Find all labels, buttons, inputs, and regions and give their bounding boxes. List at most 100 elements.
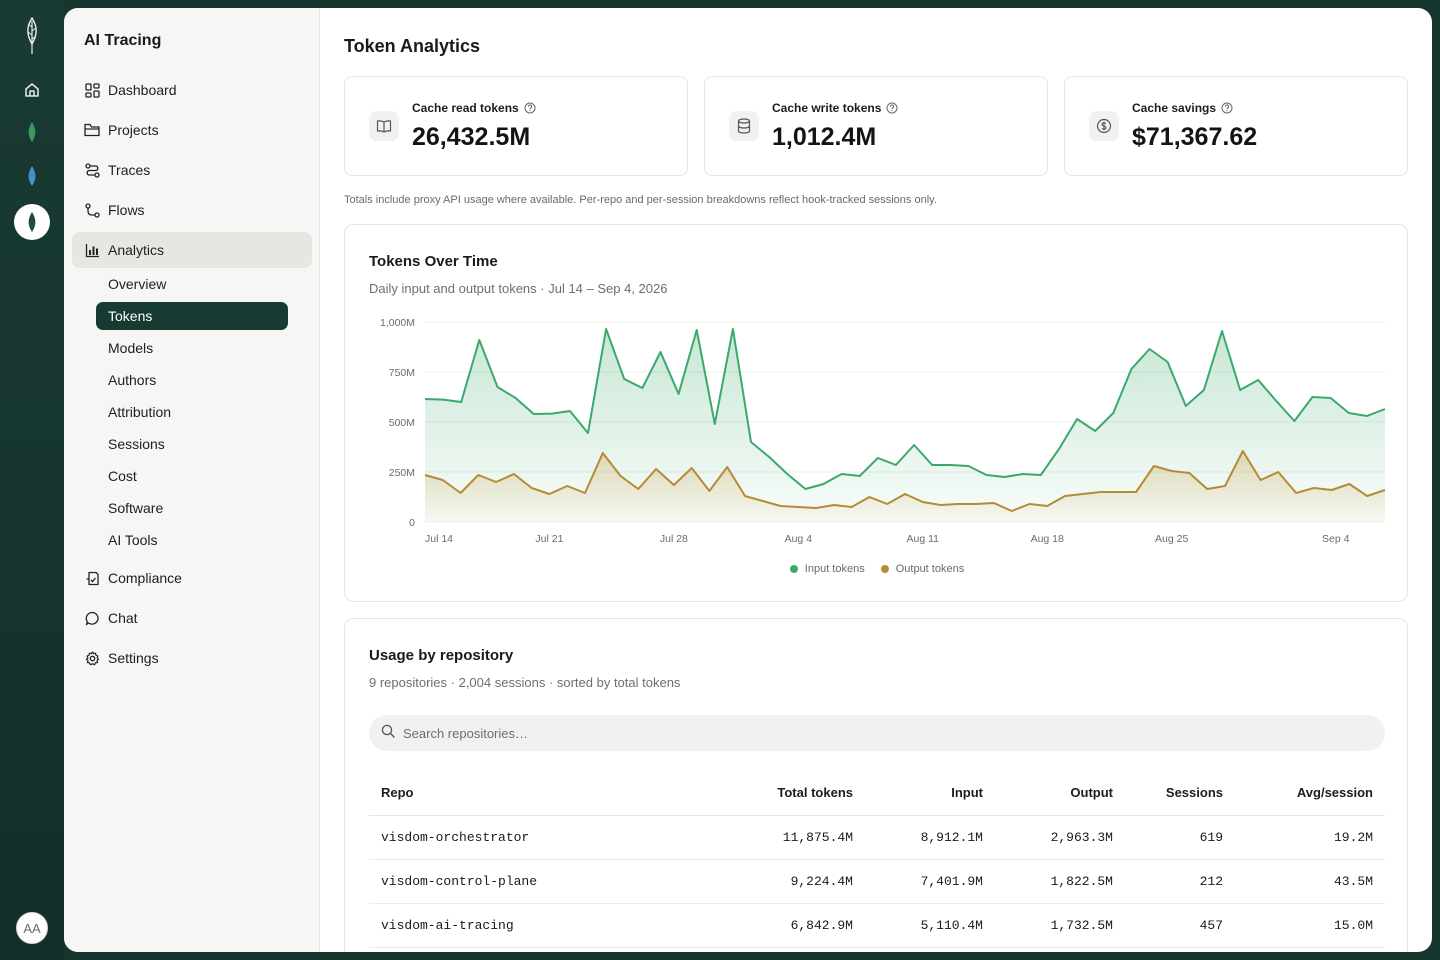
y-tick-label: 1,000M: [380, 317, 415, 329]
sidebar-sub-software[interactable]: Software: [96, 494, 288, 522]
app-window: AI Tracing Dashboard Projects Traces Flo…: [64, 8, 1432, 952]
app-title: AI Tracing: [84, 32, 162, 49]
sidebar-sub-attribution[interactable]: Attribution: [96, 398, 288, 426]
stat-value: 26,432.5M: [412, 123, 531, 151]
repo-panel-title: Usage by repository: [369, 647, 514, 664]
traces-icon: [84, 162, 100, 178]
sidebar-item-settings[interactable]: Settings: [72, 640, 312, 676]
dollar-icon: [1089, 111, 1119, 141]
app-rail: AA: [0, 0, 64, 960]
input-tokens: 5,110.4M: [865, 903, 995, 948]
legend-label: Output tokens: [895, 563, 965, 575]
stat-label: Cache write tokens: [772, 101, 882, 115]
sidebar-item-label: Settings: [108, 650, 159, 666]
settings-icon: [84, 650, 100, 666]
stat-card-cache-write: Cache write tokens 1,012.4M: [704, 76, 1048, 176]
help-icon[interactable]: [886, 102, 898, 114]
help-icon[interactable]: [1221, 102, 1233, 114]
table-row[interactable]: visdom-control-plane 9,224.4M 7,401.9M 1…: [369, 859, 1385, 904]
sidebar-item-projects[interactable]: Projects: [72, 112, 312, 148]
sidebar-item-chat[interactable]: Chat: [72, 600, 312, 636]
column-header-sessions[interactable]: Sessions: [1125, 771, 1235, 816]
total-tokens: 11,875.4M: [699, 815, 865, 860]
sidebar-item-dashboard[interactable]: Dashboard: [72, 72, 312, 108]
folder-icon: [84, 122, 100, 138]
table-row[interactable]: visdom-orchestrator 11,875.4M 8,912.1M 2…: [369, 815, 1385, 860]
sidebar-sub-ai-tools[interactable]: AI Tools: [96, 526, 288, 554]
repo-search-input[interactable]: [403, 725, 1303, 741]
stat-value: 1,012.4M: [772, 123, 877, 151]
output-tokens: 1,822.5M: [995, 859, 1125, 904]
column-header-total-tokens[interactable]: Total tokens: [699, 771, 865, 816]
output-tokens: 1,732.5M: [995, 903, 1125, 948]
usage-note: Totals include proxy API usage where ava…: [344, 194, 937, 206]
analytics-icon: [84, 242, 100, 258]
x-tick-label: Jul 28: [660, 533, 688, 545]
sidebar-item-label: Analytics: [108, 242, 165, 258]
sidebar-sub-authors[interactable]: Authors: [96, 366, 288, 394]
green-drop-icon[interactable]: [16, 116, 48, 148]
x-tick-label: Aug 11: [907, 533, 940, 545]
sessions: 212: [1125, 859, 1235, 904]
column-header-avg-session[interactable]: Avg/session: [1235, 771, 1385, 816]
stat-label: Cache savings: [1132, 101, 1217, 115]
sidebar-item-label: Projects: [108, 122, 159, 138]
sessions: 619: [1125, 815, 1235, 860]
avg-session: 15.0M: [1235, 903, 1385, 948]
repo-panel-subtitle: 9 repositories · 2,004 sessions · sorted…: [369, 675, 681, 690]
book-icon: [369, 111, 399, 141]
x-tick-label: Aug 18: [1031, 533, 1064, 545]
sidebar-item-traces[interactable]: Traces: [72, 152, 312, 188]
home-icon[interactable]: [16, 74, 48, 106]
input-tokens: 7,401.9M: [865, 859, 995, 904]
sidebar-sub-cost[interactable]: Cost: [96, 462, 288, 490]
x-tick-label: Jul 14: [425, 533, 453, 545]
stat-card-cache-savings: Cache savings $71,367.62: [1064, 76, 1408, 176]
x-tick-label: Sep 4: [1322, 533, 1350, 545]
sidebar-sub-models[interactable]: Models: [96, 334, 288, 362]
sidebar-item-label: Compliance: [108, 570, 182, 586]
legend-item-output[interactable]: Output tokens: [880, 563, 965, 575]
y-tick-label: 250M: [389, 467, 415, 479]
legend-item-input[interactable]: Input tokens: [789, 563, 865, 575]
stat-label: Cache read tokens: [412, 101, 519, 115]
input-tokens: 8,912.1M: [865, 815, 995, 860]
help-icon[interactable]: [524, 102, 536, 114]
blue-drop-icon[interactable]: [16, 160, 48, 192]
sidebar-sub-overview[interactable]: Overview: [96, 270, 288, 298]
stat-card-cache-read: Cache read tokens 26,432.5M: [344, 76, 688, 176]
sidebar-item-label: Dashboard: [108, 82, 177, 98]
avatar[interactable]: AA: [16, 912, 48, 944]
sidebar-item-compliance[interactable]: Compliance: [72, 560, 312, 596]
repo-search-bar: [369, 715, 1385, 751]
sidebar-sub-sessions[interactable]: Sessions: [96, 430, 288, 458]
x-tick-label: Jul 21: [535, 533, 563, 545]
x-tick-label: Aug 4: [785, 533, 813, 545]
sidebar-item-analytics[interactable]: Analytics: [72, 232, 312, 268]
flows-icon: [84, 202, 100, 218]
legend-label: Input tokens: [804, 563, 865, 575]
column-header-output[interactable]: Output: [995, 771, 1125, 816]
total-tokens: 6,842.9M: [699, 903, 865, 948]
column-header-input[interactable]: Input: [865, 771, 995, 816]
dashboard-icon: [84, 82, 100, 98]
column-header-repo[interactable]: Repo: [369, 771, 699, 816]
sidebar-item-label: Flows: [108, 202, 145, 218]
chat-icon: [84, 610, 100, 626]
repo-name: visdom-ai-tracing: [369, 903, 699, 948]
repo-table: Repo Total tokens Input Output Sessions …: [369, 771, 1385, 948]
table-header-row: Repo Total tokens Input Output Sessions …: [369, 771, 1385, 816]
chart-legend: Input tokens Output tokens: [345, 563, 1409, 575]
table-row[interactable]: visdom-ai-tracing 6,842.9M 5,110.4M 1,73…: [369, 903, 1385, 948]
x-tick-label: Aug 25: [1155, 533, 1188, 545]
page-title: Token Analytics: [344, 36, 481, 56]
main-content: Token Analytics Cache read tokens 26,432…: [320, 8, 1432, 952]
tokens-chart[interactable]: 1,000M 750M 500M 250M 0 Jul 14 Jul 21 Jul 28 Aug…: [345, 225, 1409, 555]
logo-icon[interactable]: [16, 16, 48, 56]
sidebar-item-flows[interactable]: Flows: [72, 192, 312, 228]
output-tokens: 2,963.3M: [995, 815, 1125, 860]
avg-session: 43.5M: [1235, 859, 1385, 904]
drop-active-icon[interactable]: [14, 204, 50, 240]
sidebar-sub-tokens[interactable]: Tokens: [96, 302, 288, 330]
stat-value: $71,367.62: [1132, 123, 1258, 151]
